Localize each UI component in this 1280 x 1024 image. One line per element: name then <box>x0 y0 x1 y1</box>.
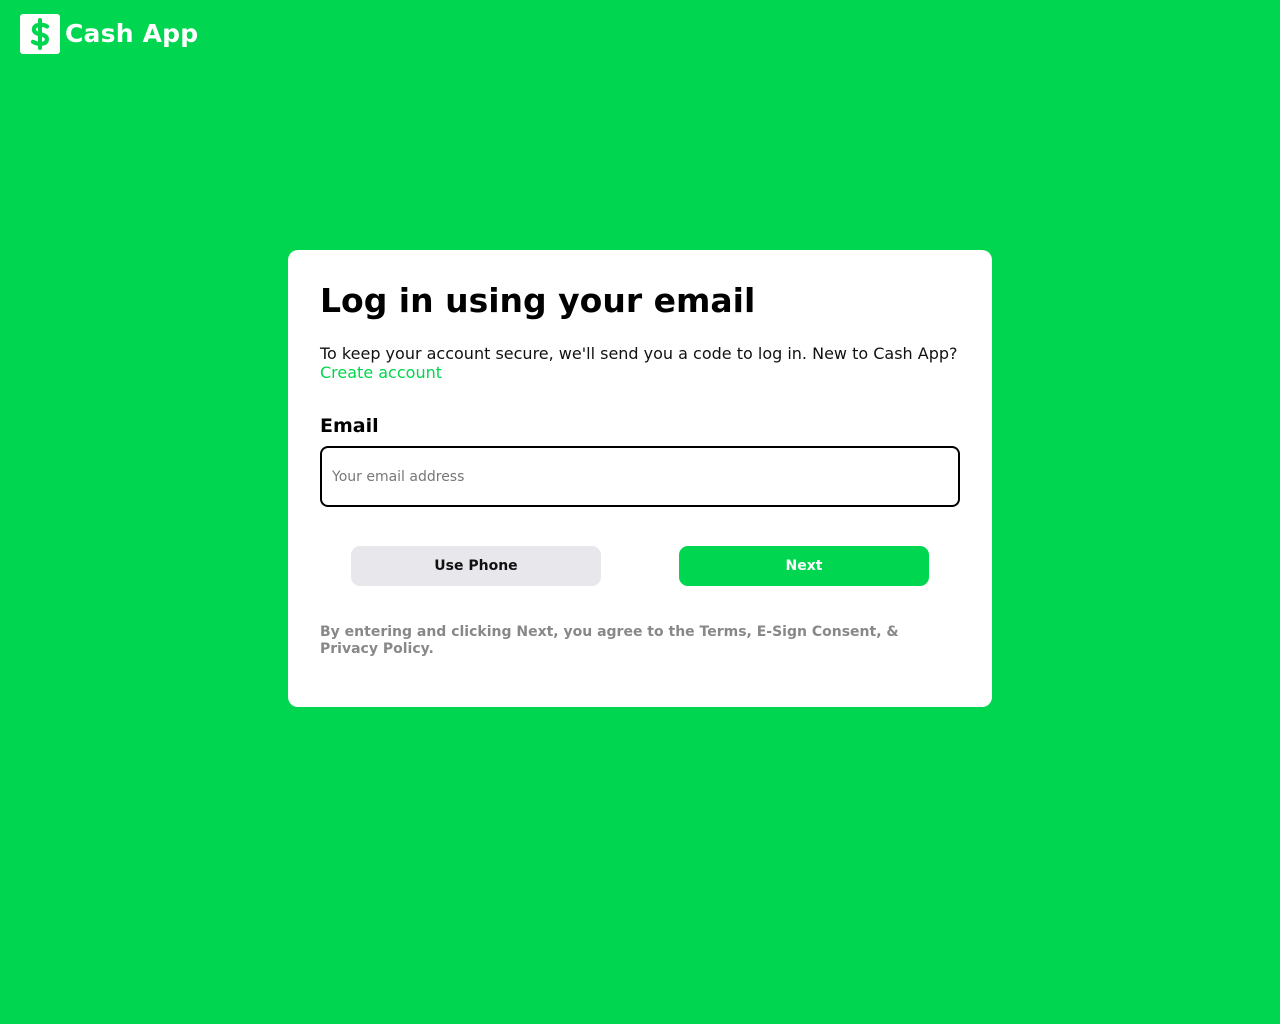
login-card: Log in using your email To keep your acc… <box>288 250 992 707</box>
header-brand: Cash App <box>20 14 198 54</box>
use-phone-button[interactable]: Use Phone <box>351 546 601 586</box>
create-account-link[interactable]: Create account <box>320 363 442 382</box>
email-label: Email <box>320 415 379 437</box>
login-description-text: To keep your account secure, we'll send … <box>320 344 958 363</box>
dollar-sign-icon <box>30 18 50 50</box>
login-description: To keep your account secure, we'll send … <box>320 344 960 382</box>
next-button[interactable]: Next <box>679 546 929 586</box>
brand-name: Cash App <box>65 19 199 48</box>
email-field[interactable] <box>320 446 960 507</box>
button-row: Use Phone Next <box>320 546 960 586</box>
cash-app-logo[interactable] <box>20 14 60 54</box>
legal-disclaimer: By entering and clicking Next, you agree… <box>320 624 899 657</box>
page-title: Log in using your email <box>320 281 756 320</box>
